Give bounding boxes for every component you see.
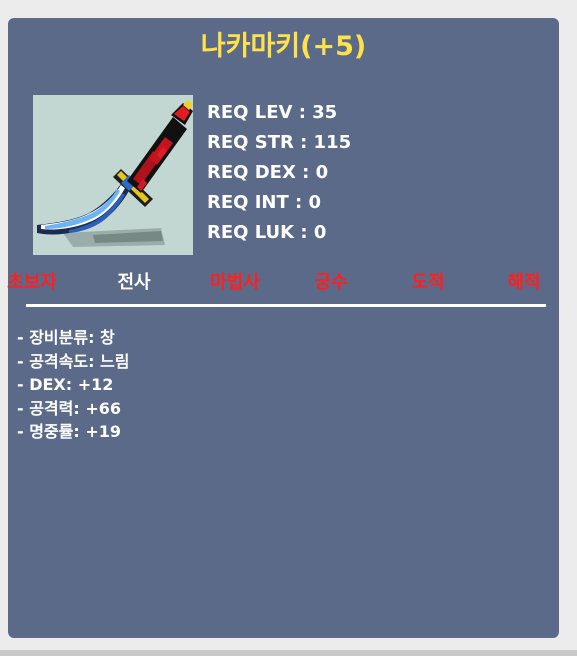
- job-pirate: 해적: [507, 272, 541, 293]
- req-str: REQ STR : 115: [207, 132, 352, 153]
- stat-attack: - 공격력: +66: [17, 398, 122, 418]
- item-image-box: [33, 95, 193, 255]
- job-list: 초보자 전사 마법사 궁수 도적 해적: [7, 268, 559, 298]
- req-dex: REQ DEX : 0: [207, 162, 329, 183]
- req-int: REQ INT : 0: [207, 192, 322, 213]
- curved-spear-blade-icon: [37, 100, 193, 247]
- item-tooltip-card: 나카마키(+5) REQ LEV : 35 REQ STR: 115 REQ …: [7, 18, 559, 638]
- requirements-list: REQ LEV : 35 REQ STR : 115 REQ DEX : 0 R…: [207, 98, 351, 248]
- bottom-edge: [0, 650, 577, 656]
- item-name: 나카마키(+5): [200, 31, 367, 62]
- job-warrior: 전사: [117, 272, 151, 293]
- stat-attack-speed: - 공격속도: 느림: [17, 351, 130, 371]
- stat-category: - 장비분류: 창: [17, 328, 115, 347]
- req-level: REQ LEV : 35: [207, 102, 338, 123]
- job-beginner: 초보자: [7, 272, 57, 293]
- job-bowman: 궁수: [314, 272, 348, 293]
- req-luk: REQ LUK : 0: [207, 222, 327, 243]
- job-thief: 도적: [411, 272, 445, 293]
- stats-list: - 장비분류: 창 - 공격속도: 느림 - DEX: +12 - 공격력: +…: [17, 326, 130, 444]
- job-magician: 마법사: [210, 272, 260, 293]
- stat-dex: - DEX: +12: [17, 375, 114, 394]
- divider: [26, 304, 546, 307]
- stat-accuracy: - 명중률: +19: [17, 422, 122, 441]
